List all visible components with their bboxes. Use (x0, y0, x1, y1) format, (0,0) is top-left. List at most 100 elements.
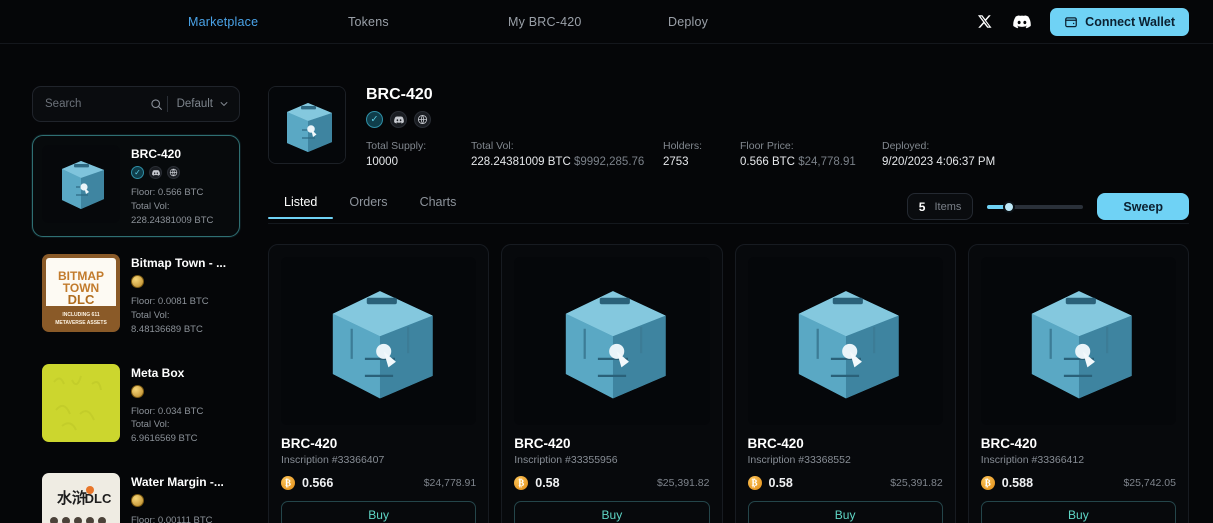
collection-stats: Total Supply: 10000 Total Vol: 228.24381… (366, 140, 1189, 168)
page-title: BRC-420 (366, 86, 433, 103)
collection-badges (131, 384, 203, 398)
buy-button[interactable]: Buy (747, 501, 943, 523)
page-body: Default (0, 44, 1213, 523)
collection-vol-value: 8.48136689 BTC (131, 323, 203, 335)
collection-floor: Floor: 0.00111 BTC (131, 514, 213, 523)
listing-card[interactable]: BRC-420 Inscription #33368552 ₿ 0.58 $25… (734, 244, 956, 523)
nav-link-deploy[interactable]: Deploy (668, 15, 828, 29)
bitcoin-icon: ₿ (980, 476, 995, 490)
listing-image (281, 257, 477, 425)
collection-social-badges: ✓ (366, 111, 1189, 128)
collection-floor: Floor: 0.0081 BTC (131, 296, 209, 308)
listing-card[interactable]: BRC-420 Inscription #33355956 ₿ 0.58 $25… (501, 244, 723, 523)
buy-button[interactable]: Buy (980, 501, 1176, 523)
chevron-down-icon (219, 99, 229, 109)
listing-title: BRC-420 (281, 436, 338, 451)
nav-link-tokens[interactable]: Tokens (348, 15, 508, 29)
listing-title: BRC-420 (514, 436, 571, 451)
listing-price-usd: $24,778.91 (423, 477, 477, 489)
collection-info: BRC-420 ✓ Floor: 0.566 BTC Total Vol: 22… (131, 145, 213, 227)
verified-icon[interactable]: ✓ (366, 111, 383, 128)
buy-button[interactable]: Buy (514, 501, 710, 523)
sweep-items-label: Items (934, 200, 962, 213)
stat-value-usd: $24,778.91 (798, 156, 856, 168)
buy-button[interactable]: Buy (281, 501, 477, 523)
collection-item-water-margin[interactable]: 水浒 DLC Water Margin -... Floor: 0.00111 … (32, 463, 240, 523)
x-twitter-icon[interactable] (974, 12, 994, 32)
listing-price-btc: 0.588 (1001, 476, 1034, 490)
listings-grid: BRC-420 Inscription #33366407 ₿ 0.566 $2… (268, 244, 1189, 523)
search-input[interactable] (45, 98, 139, 110)
collection-name: Water Margin -... (131, 474, 224, 489)
gold-coin-icon (131, 384, 144, 398)
nav-links: Marketplace Tokens My BRC-420 Deploy (188, 15, 828, 29)
listing-inscription: Inscription #33368552 (747, 454, 851, 466)
globe-icon[interactable] (414, 111, 431, 128)
listing-card[interactable]: BRC-420 Inscription #33366412 ₿ 0.588 $2… (967, 244, 1189, 523)
collection-badges (131, 493, 224, 507)
globe-icon (167, 166, 180, 179)
tab-charts[interactable]: Charts (404, 195, 473, 218)
listing-inscription: Inscription #33355956 (514, 454, 618, 466)
stat-label: Floor Price: (740, 140, 794, 152)
top-navigation-bar: Marketplace Tokens My BRC-420 Deploy Con… (0, 0, 1213, 44)
listing-price-usd: $25,391.82 (890, 477, 943, 489)
listing-card[interactable]: BRC-420 Inscription #33366407 ₿ 0.566 $2… (268, 244, 490, 523)
discord-icon[interactable] (390, 111, 407, 128)
discord-icon[interactable] (1012, 12, 1032, 32)
connect-wallet-button[interactable]: Connect Wallet (1050, 7, 1189, 36)
listing-title: BRC-420 (747, 436, 804, 451)
nav-link-my-brc-420[interactable]: My BRC-420 (508, 15, 668, 29)
collection-vol-label: Total Vol: (131, 310, 170, 322)
listing-inscription: Inscription #33366407 (281, 454, 385, 466)
stat-value: 0.566 BTC $24,778.91 (740, 156, 882, 168)
tab-listed[interactable]: Listed (268, 195, 334, 219)
svg-text:DLC: DLC (68, 292, 95, 307)
bitcoin-icon: ₿ (514, 476, 529, 490)
collection-thumbnail (42, 145, 120, 223)
collection-badges: ✓ (131, 166, 213, 179)
collection-header-text: BRC-420 ✓ Total Supply: 10000 Total Vol:… (366, 86, 1189, 168)
search-icon[interactable] (150, 98, 163, 111)
collection-list: BRC-420 ✓ Floor: 0.566 BTC Total Vol: 22… (32, 135, 240, 523)
stat-total-vol: Total Vol: 228.24381009 BTC $9992,285.76 (471, 140, 663, 168)
stat-holders: Holders: 2753 (663, 140, 740, 168)
tab-orders[interactable]: Orders (333, 195, 403, 218)
nav-right-actions: Connect Wallet (974, 7, 1213, 36)
listing-price-usd: $25,742.05 (1123, 477, 1176, 489)
collection-item-bitmap-town[interactable]: BITMAP TOWN DLC INCLUDING 611 METAVERSE … (32, 244, 240, 346)
nav-link-marketplace[interactable]: Marketplace (188, 15, 348, 29)
wallet-icon (1064, 15, 1078, 29)
sweep-items-box[interactable]: 5 Items (906, 193, 974, 220)
stat-value-usd: $9992,285.76 (573, 156, 645, 168)
listing-price-row: ₿ 0.58 $25,391.82 (747, 476, 943, 490)
sweep-controls: 5 Items Sweep (906, 193, 1189, 220)
sweep-button[interactable]: Sweep (1097, 193, 1189, 220)
bitcoin-icon: ₿ (747, 476, 762, 490)
stat-floor-price: Floor Price: 0.566 BTC $24,778.91 (740, 140, 882, 168)
svg-text:水浒: 水浒 (57, 489, 87, 507)
collection-hero-image (268, 86, 346, 164)
tabs-bar: Listed Orders Charts 5 Items Sweep (268, 190, 1189, 224)
collection-vol-value: 6.9616569 BTC (131, 433, 198, 445)
listing-price-btc: 0.58 (535, 476, 560, 490)
collection-info: Bitmap Town - ... Floor: 0.0081 BTC Tota… (131, 254, 226, 336)
bitcoin-icon: ₿ (281, 476, 295, 490)
listing-price-row: ₿ 0.58 $25,391.82 (514, 476, 710, 490)
stat-value: 9/20/2023 4:06:37 PM (882, 156, 996, 168)
sweep-item-count: 5 (918, 199, 926, 214)
search-divider (166, 96, 168, 112)
collection-header: BRC-420 ✓ Total Supply: 10000 Total Vol:… (268, 86, 1189, 168)
collection-item-brc-420[interactable]: BRC-420 ✓ Floor: 0.566 BTC Total Vol: 22… (32, 135, 240, 238)
sort-dropdown[interactable]: Default (177, 98, 229, 110)
stat-label: Total Vol: (471, 140, 514, 152)
collection-item-meta-box[interactable]: Meta Box Floor: 0.034 BTC Total Vol: 6.9… (32, 354, 240, 456)
listing-price-row: ₿ 0.566 $24,778.91 (281, 476, 476, 490)
sweep-slider-knob[interactable] (1002, 200, 1015, 213)
collection-info: Water Margin -... Floor: 0.00111 BTC (131, 473, 224, 523)
connect-wallet-label: Connect Wallet (1085, 14, 1175, 29)
sort-dropdown-label: Default (176, 98, 213, 110)
collection-name: BRC-420 (131, 147, 182, 161)
sweep-slider[interactable] (987, 200, 1084, 213)
collection-floor: Floor: 0.034 BTC (131, 405, 204, 417)
